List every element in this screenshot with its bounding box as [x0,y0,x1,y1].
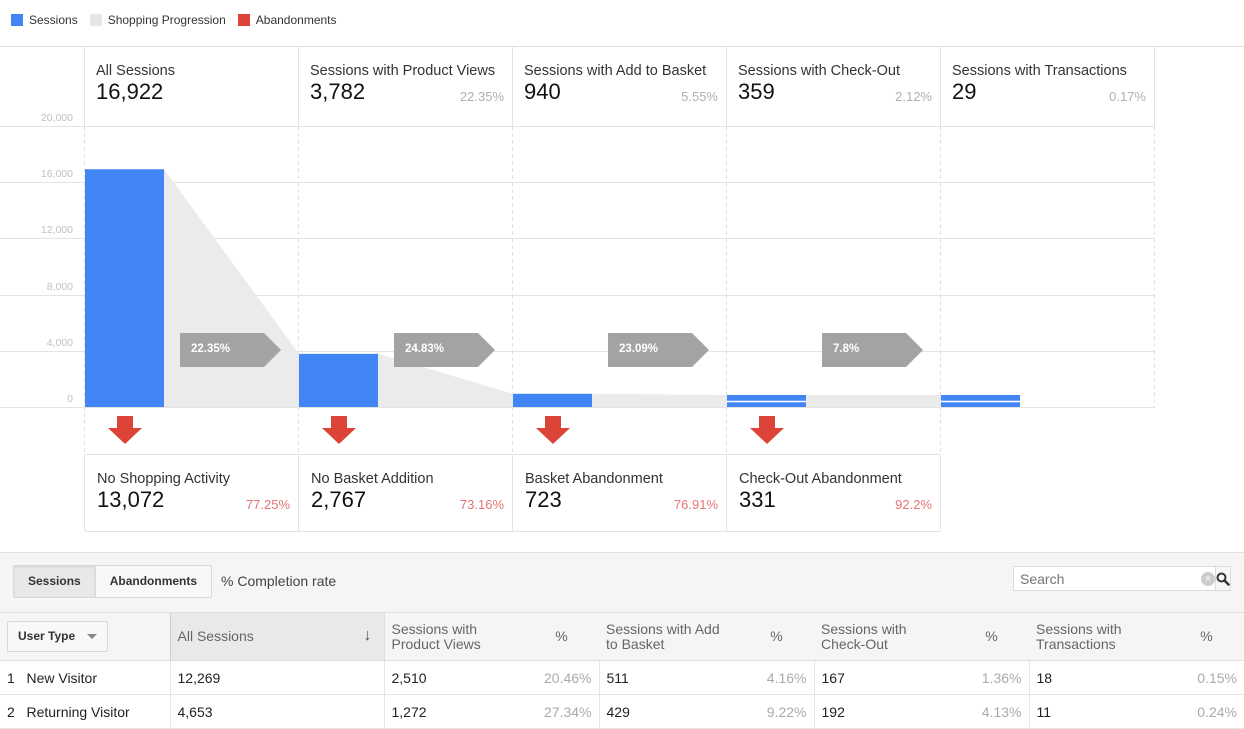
percent-cell: 4.16% [739,660,814,695]
chevron-down-icon [87,634,98,639]
user-type-link[interactable]: New Visitor [26,670,97,686]
progression-rate-label: 24.83% [405,343,445,355]
column-header-percent[interactable]: % [954,612,1029,661]
search-input[interactable] [1014,567,1201,590]
abandonment-label: No Shopping Activity [97,471,230,487]
sessions-bar [299,353,378,407]
row-dimension: 2 Returning Visitor [0,694,170,729]
abandonment-arrow-icon [322,416,356,444]
abandonment-box: Check-Out Abandonment 331 92.2% [727,455,941,531]
row-index: 2 [7,703,15,720]
abandonment-arrow-icon [750,416,784,444]
stage-header: Sessions with Product Views 3,782 22.35% [299,47,513,127]
y-tick-label: 16,000 [40,168,73,181]
progression-rate-label: 7.8% [833,343,860,355]
search-icon [1216,572,1230,586]
column-header-percent[interactable]: % [524,612,599,661]
abandonment-label: No Basket Addition [311,471,434,487]
stage-percent: 0.17% [1109,89,1146,104]
tab-abandonments[interactable]: Abandonments [96,566,211,597]
stage-label: All Sessions [96,63,175,79]
column-header-percent[interactable]: % [739,612,814,661]
percent-cell: 0.15% [1169,660,1244,695]
column-header[interactable]: Sessions with Add to Basket [599,612,739,661]
percent-cell: 0.24% [1169,694,1244,729]
tab-sessions[interactable]: Sessions [14,566,96,597]
clear-icon: × [1201,571,1215,586]
table-row: 2 Returning Visitor 4,653 1,272 27.34% 429 9.… [0,694,1244,729]
y-tick-label: 8,000 [46,280,73,293]
abandonment-percent: 77.25% [245,497,290,512]
value-cell: 4,653 [169,694,384,729]
value-cell: 429 [598,694,739,729]
sessions-bar [513,393,592,407]
column-header-percent[interactable]: % [1169,612,1244,661]
stage-header: Sessions with Add to Basket 940 5.55% [513,47,727,127]
stage-label: Sessions with Add to Basket [524,63,707,79]
stage-value: 16,922 [96,79,164,104]
search-box: × [1013,566,1231,591]
abandonment-percent: 73.16% [459,497,504,512]
y-tick-label: 12,000 [40,224,73,237]
y-tick-label: 4,000 [46,336,73,349]
shopping-progression-area [164,169,299,407]
shopping-progression-area [806,395,941,407]
stage-percent: 2.12% [895,89,932,104]
value-cell: 12,269 [169,660,384,695]
abandonment-label: Basket Abandonment [525,471,663,487]
user-type-link[interactable]: Returning Visitor [26,704,129,720]
value-cell: 511 [598,660,739,695]
percent-cell: 9.22% [739,694,814,729]
user-type-dropdown[interactable]: User Type [7,621,109,652]
shopping-progression-area [592,393,727,407]
abandonment-label: Check-Out Abandonment [739,471,902,487]
stage-header: All Sessions 16,922 [85,47,299,127]
stage-label: Sessions with Check-Out [738,63,900,79]
value-cell: 2,510 [383,660,524,695]
abandonment-percent: 92.2% [895,497,932,512]
stage-label: Sessions with Transactions [952,63,1127,79]
percent-cell: 27.34% [524,694,599,729]
stage-label: Sessions with Product Views [310,63,496,79]
table-row: 1 New Visitor 12,269 2,510 20.46% 511 4.16% 16… [0,660,1244,695]
value-cell: 18 [1028,660,1169,695]
value-cell: 1,272 [383,694,524,729]
stage-percent: 5.55% [681,89,718,104]
y-tick-label: 0 [67,393,73,405]
row-dimension: 1 New Visitor [0,660,170,695]
column-header[interactable]: Sessions with Product Views [384,612,524,661]
percent-cell: 4.13% [954,694,1029,729]
header-label: All Sessions [177,628,254,644]
stage-percent: 22.35% [459,89,504,104]
column-header-all-sessions[interactable]: All Sessions ↓ [169,612,385,661]
y-tick-label: 20,000 [40,112,73,124]
abandonment-box: No Shopping Activity 13,072 77.25% [85,455,299,531]
sort-descending-icon: ↓ [363,627,372,644]
view-toggle: Sessions Abandonments [13,565,213,598]
abandonment-arrow-icon [108,416,142,444]
row-index: 1 [7,669,15,686]
stage-header: Sessions with Transactions 29 0.17% [941,47,1155,127]
progression-rate-label: 23.09% [619,343,659,355]
dimension-header: User Type [0,612,170,661]
percent-cell: 1.36% [954,660,1029,695]
data-table: User Type All Sessions ↓ Sessions with Pr… [0,612,1244,729]
column-header[interactable]: Sessions with Check-Out [814,612,954,661]
search-button[interactable] [1215,567,1230,590]
dropdown-label: User Type [18,629,76,643]
abandonment-box: Basket Abandonment 723 76.91% [513,455,727,531]
stage-header: Sessions with Check-Out 359 2.12% [727,47,941,127]
progression-rate-label: 22.35% [191,343,231,355]
column-header[interactable]: Sessions with Transactions [1029,612,1169,661]
completion-rate-link[interactable]: % Completion rate [221,573,336,589]
value-cell: 167 [813,660,954,695]
abandonment-arrow-icon [536,416,570,444]
abandonment-box: No Basket Addition 2,767 73.16% [299,455,513,531]
value-cell: 192 [813,694,954,729]
sessions-bar [85,169,164,407]
value-cell: 11 [1028,694,1169,729]
clear-button[interactable]: × [1201,567,1215,590]
percent-cell: 20.46% [524,660,599,695]
abandonment-percent: 76.91% [673,497,718,512]
